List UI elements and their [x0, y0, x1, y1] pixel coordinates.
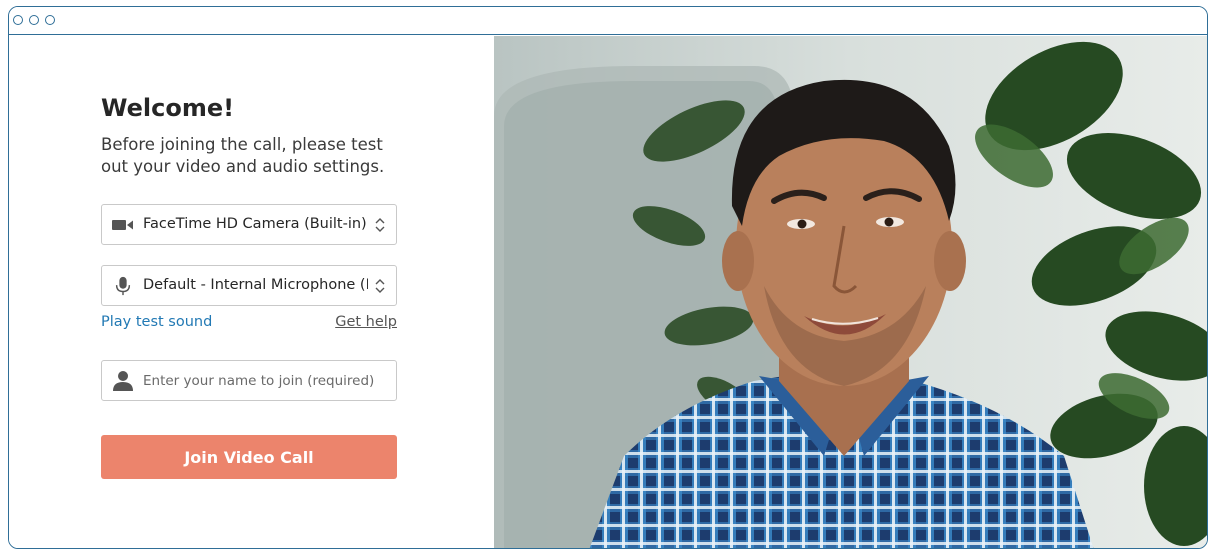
name-input[interactable] — [143, 361, 391, 400]
chevron-up-down-icon — [374, 278, 386, 294]
video-camera-icon — [112, 215, 134, 235]
microphone-select[interactable]: Default - Internal Microphone (Built-in) — [101, 265, 397, 306]
window-minimize-dot[interactable] — [29, 15, 39, 25]
microphone-icon — [112, 276, 134, 296]
window-close-dot[interactable] — [13, 15, 23, 25]
camera-select[interactable]: FaceTime HD Camera (Built-in) (05ac:8514… — [101, 204, 397, 245]
microphone-select-value: Default - Internal Microphone (Built-in) — [143, 277, 368, 293]
browser-window: Welcome! Before joining the call, please… — [8, 6, 1208, 549]
welcome-title: Welcome! — [101, 94, 235, 122]
camera-preview-image — [494, 36, 1207, 548]
join-panel: Welcome! Before joining the call, please… — [9, 36, 494, 548]
window-maximize-dot[interactable] — [45, 15, 55, 25]
audio-links-row: Play test sound Get help — [101, 314, 397, 334]
window-titlebar — [9, 7, 1207, 35]
join-video-call-button[interactable]: Join Video Call — [101, 435, 397, 479]
camera-select-value: FaceTime HD Camera (Built-in) (05ac:8514… — [143, 216, 368, 232]
name-field — [101, 360, 397, 401]
person-icon — [113, 370, 133, 392]
video-preview — [494, 36, 1207, 548]
play-test-sound-link[interactable]: Play test sound — [101, 314, 212, 330]
get-help-link[interactable]: Get help — [335, 314, 397, 330]
chevron-up-down-icon — [374, 217, 386, 233]
welcome-subtitle: Before joining the call, please test out… — [101, 135, 385, 176]
